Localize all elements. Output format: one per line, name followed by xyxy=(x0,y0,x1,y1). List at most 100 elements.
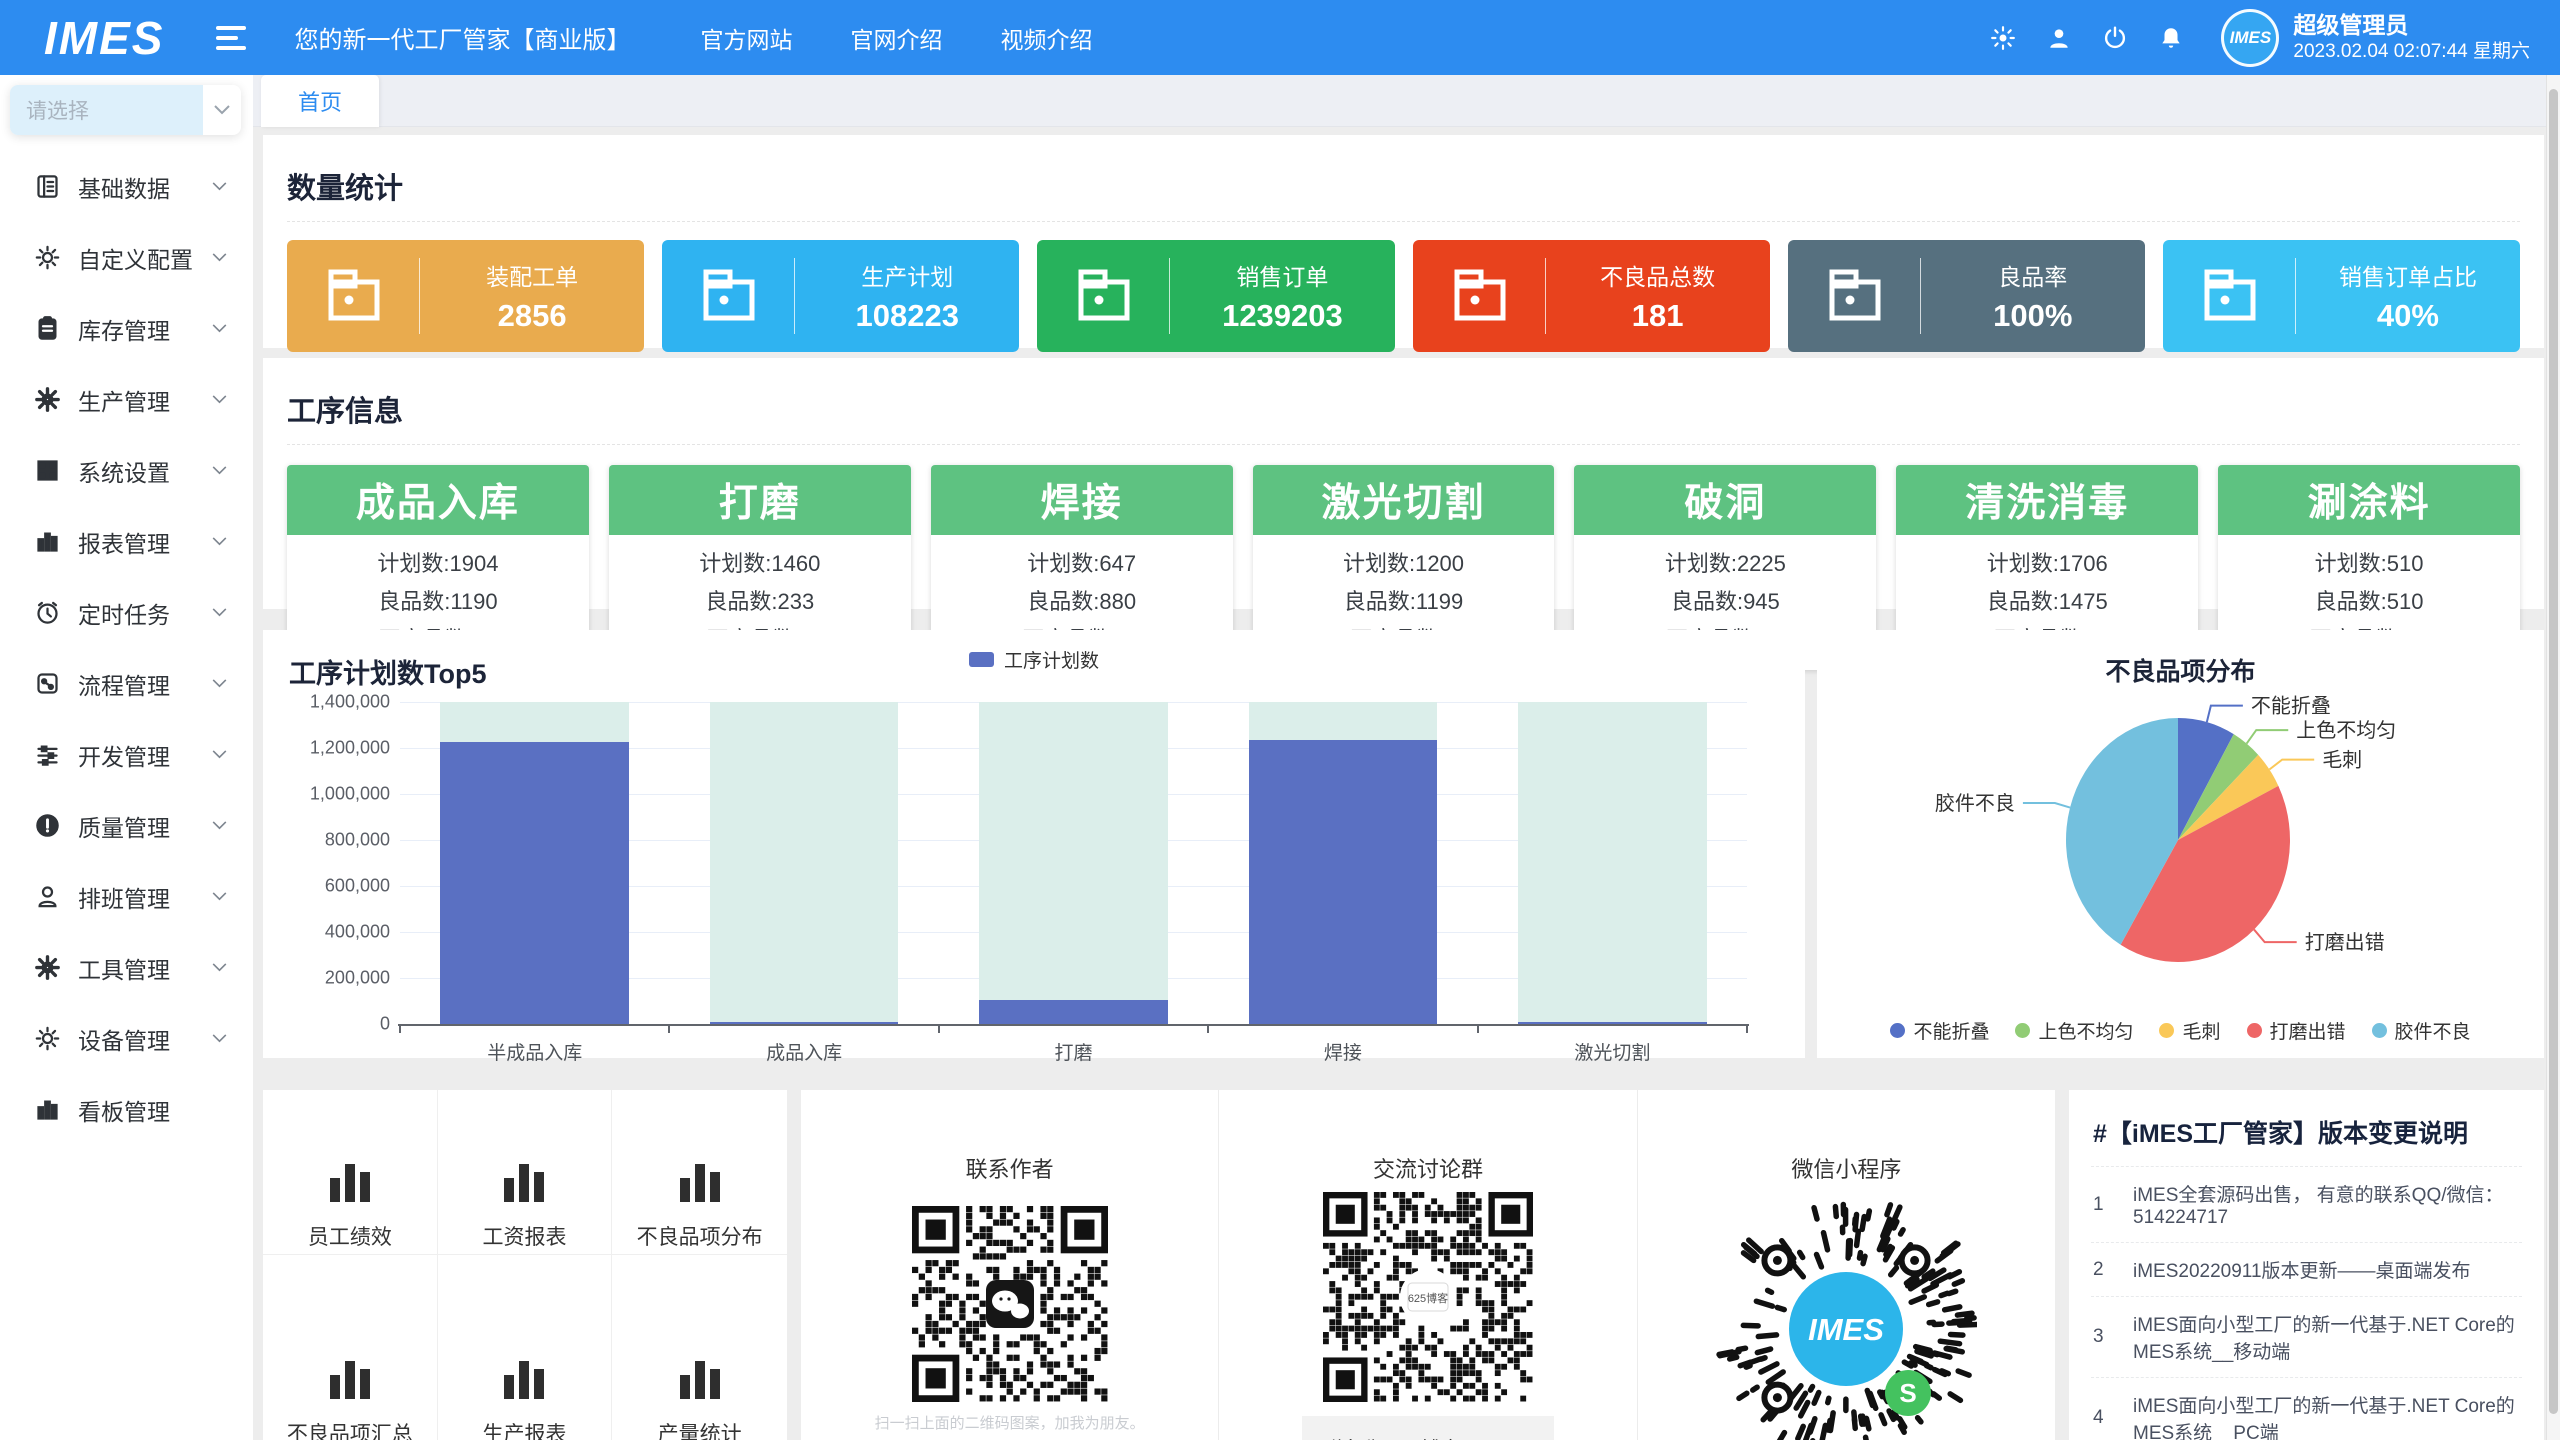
scrollbar-thumb[interactable] xyxy=(2549,89,2558,1414)
sidebar-select[interactable]: 请选择 xyxy=(10,85,241,135)
sidebar-item-label: 系统设置 xyxy=(78,454,170,488)
chevron-down-icon xyxy=(203,85,241,135)
sidebar-item-2[interactable]: 库存管理 xyxy=(0,293,253,364)
pie-chart-legend[interactable]: 不能折叠上色不均匀 毛刺打磨出错胶件不良 xyxy=(1817,1017,2544,1044)
pie-legend-item-0[interactable]: 不能折叠 xyxy=(1890,1017,1989,1044)
sidebar-item-7[interactable]: 流程管理 xyxy=(0,648,253,719)
report-tile-1[interactable]: 工资报表 xyxy=(438,1090,613,1255)
sidebar-item-11[interactable]: 工具管理 xyxy=(0,932,253,1003)
pie-legend-item-4[interactable]: 胶件不良 xyxy=(2372,1017,2471,1044)
y-tick-label: 200,000 xyxy=(325,968,390,989)
qr-miniprogram-code: IMESS xyxy=(1638,1198,2055,1440)
good-count: 良品数:233 xyxy=(609,583,911,621)
x-tick xyxy=(1746,1026,1748,1033)
sidebar-item-5[interactable]: 报表管理 xyxy=(0,506,253,577)
legend-dot xyxy=(2372,1023,2387,1038)
chevron-down-icon xyxy=(212,604,227,622)
bell-icon[interactable] xyxy=(2143,25,2199,51)
pie-label: 不能折叠 xyxy=(2251,695,2331,718)
qr-miniprogram-column: 微信小程序 IMESS xyxy=(1638,1090,2055,1440)
pie-legend-item-2[interactable]: 毛刺 xyxy=(2159,1017,2220,1044)
report-tile-label: 生产报表 xyxy=(438,1418,612,1440)
power-icon[interactable] xyxy=(2087,25,2143,51)
changelog-item-text: iMES全套源码出售， 有意的联系QQ/微信：514224717 xyxy=(2133,1180,2522,1229)
changelog-item-1: 2iMES20220911版本更新——桌面端发布 xyxy=(2091,1243,2522,1297)
charts-row: 工序计划数Top5 工序计划数 0200,000400,000600,00080… xyxy=(263,630,2544,1058)
bar-2[interactable] xyxy=(979,1000,1168,1024)
nav-link-1[interactable]: 官网介绍 xyxy=(850,21,942,55)
stat-text: 不良品总数181 xyxy=(1546,258,1770,334)
category-band xyxy=(710,702,899,1024)
bar-chart-panel: 工序计划数Top5 工序计划数 0200,000400,000600,00080… xyxy=(263,630,1805,1058)
report-tile-3[interactable]: 不良品项汇总 xyxy=(263,1255,438,1440)
bar-3[interactable] xyxy=(1249,740,1438,1024)
sidebar-item-label: 设备管理 xyxy=(78,1022,170,1056)
y-tick-label: 400,000 xyxy=(325,922,390,943)
bar-chart-icon xyxy=(504,1162,544,1202)
svg-text:S: S xyxy=(1900,1378,1917,1408)
bar-chart-icon xyxy=(504,1359,544,1399)
pie-legend-item-1[interactable]: 上色不均匀 xyxy=(2015,1017,2133,1044)
plan-count: 计划数:2225 xyxy=(1574,545,1876,583)
report-tile-5[interactable]: 产量统计 xyxy=(612,1255,787,1440)
sidebar-item-9[interactable]: 质量管理 xyxy=(0,790,253,861)
doc-icon xyxy=(32,174,62,200)
sidebar-item-3[interactable]: 生产管理 xyxy=(0,364,253,435)
bar-chart-legend[interactable]: 工序计划数 xyxy=(263,646,1805,673)
stat-label: 销售订单 xyxy=(1170,258,1394,292)
process-section-title: 工序信息 xyxy=(287,374,2520,445)
plan-count: 计划数:1904 xyxy=(287,545,589,583)
bar-slot-4: 激光切割 xyxy=(1478,702,1747,1024)
report-tile-0[interactable]: 员工绩效 xyxy=(263,1090,438,1255)
sidebar-item-label: 工具管理 xyxy=(78,951,170,985)
sidebar-menu: 基础数据自定义配置库存管理生产管理系统设置报表管理定时任务流程管理开发管理质量管… xyxy=(0,139,253,1145)
chevron-down-icon xyxy=(212,675,227,693)
good-count: 良品数:1190 xyxy=(287,583,589,621)
qr-contact-column: 联系作者 扫一扫上面的二维码图案，加我为朋友。 xyxy=(801,1090,1219,1440)
sidebar-item-6[interactable]: 定时任务 xyxy=(0,577,253,648)
sidebar-item-4[interactable]: 系统设置 xyxy=(0,435,253,506)
miniprogram-code-image: IMESS xyxy=(1715,1198,1977,1440)
report-tile-2[interactable]: 不良品项分布 xyxy=(612,1090,787,1255)
qr-group-column: 交流讨论群 625博客 群名称:625博客群 号:300884004 xyxy=(1219,1090,1637,1440)
bar-chart-icon xyxy=(330,1162,370,1202)
x-tick xyxy=(668,1026,670,1033)
tab-home[interactable]: 首页 xyxy=(261,75,379,127)
sidebar-item-13[interactable]: 看板管理 xyxy=(0,1074,253,1145)
folder-icon xyxy=(1413,268,1545,324)
sidebar-item-8[interactable]: 开发管理 xyxy=(0,719,253,790)
pie-label-line xyxy=(2254,930,2297,943)
nav-link-0[interactable]: 官方网站 xyxy=(700,21,792,55)
sidebar-item-0[interactable]: 基础数据 xyxy=(0,151,253,222)
changelog-item-3: 4iMES面向小型工厂的新一代基于.NET Core的MES系统__PC端 xyxy=(2091,1378,2522,1440)
x-tick-label: 成品入库 xyxy=(669,1038,938,1065)
bar-chart-icon xyxy=(330,1359,370,1399)
bar-0[interactable] xyxy=(440,742,629,1024)
user-icon[interactable] xyxy=(2031,25,2087,51)
clipboard-icon xyxy=(32,316,62,342)
report-tile-4[interactable]: 生产报表 xyxy=(438,1255,613,1440)
chevron-down-icon xyxy=(212,391,227,409)
avatar[interactable]: IMES xyxy=(2221,9,2279,67)
select-placeholder[interactable]: 请选择 xyxy=(10,85,203,135)
vertical-scrollbar[interactable] xyxy=(2546,75,2560,1440)
datetime: 2023.02.04 02:07:44 星期六 xyxy=(2293,40,2530,64)
legend-label: 毛刺 xyxy=(2182,1017,2220,1044)
nav-link-2[interactable]: 视频介绍 xyxy=(1000,21,1092,55)
sidebar-item-12[interactable]: 设备管理 xyxy=(0,1003,253,1074)
x-tick-label: 激光切割 xyxy=(1478,1038,1747,1065)
x-tick xyxy=(938,1026,940,1033)
pie-chart-panel: 不良品项分布 不能折叠上色不均匀毛刺打磨出错胶件不良 不能折叠上色不均匀毛刺打磨… xyxy=(1817,630,2544,1058)
process-card-name: 焊接 xyxy=(931,465,1233,535)
menu-toggle-icon[interactable] xyxy=(216,26,246,50)
sidebar-item-10[interactable]: 排班管理 xyxy=(0,861,253,932)
pie-legend-item-3[interactable]: 打磨出错 xyxy=(2247,1017,2346,1044)
qr-group-title: 交流讨论群 xyxy=(1219,1152,1636,1184)
legend-dot xyxy=(2015,1023,2030,1038)
gear-icon[interactable] xyxy=(1975,25,2031,51)
process-card-name: 破洞 xyxy=(1574,465,1876,535)
sidebar-item-label: 排班管理 xyxy=(78,880,170,914)
stat-card-4: 良品率100% xyxy=(1788,240,2145,352)
sidebar-item-1[interactable]: 自定义配置 xyxy=(0,222,253,293)
process-card-name: 涮涂料 xyxy=(2218,465,2520,535)
